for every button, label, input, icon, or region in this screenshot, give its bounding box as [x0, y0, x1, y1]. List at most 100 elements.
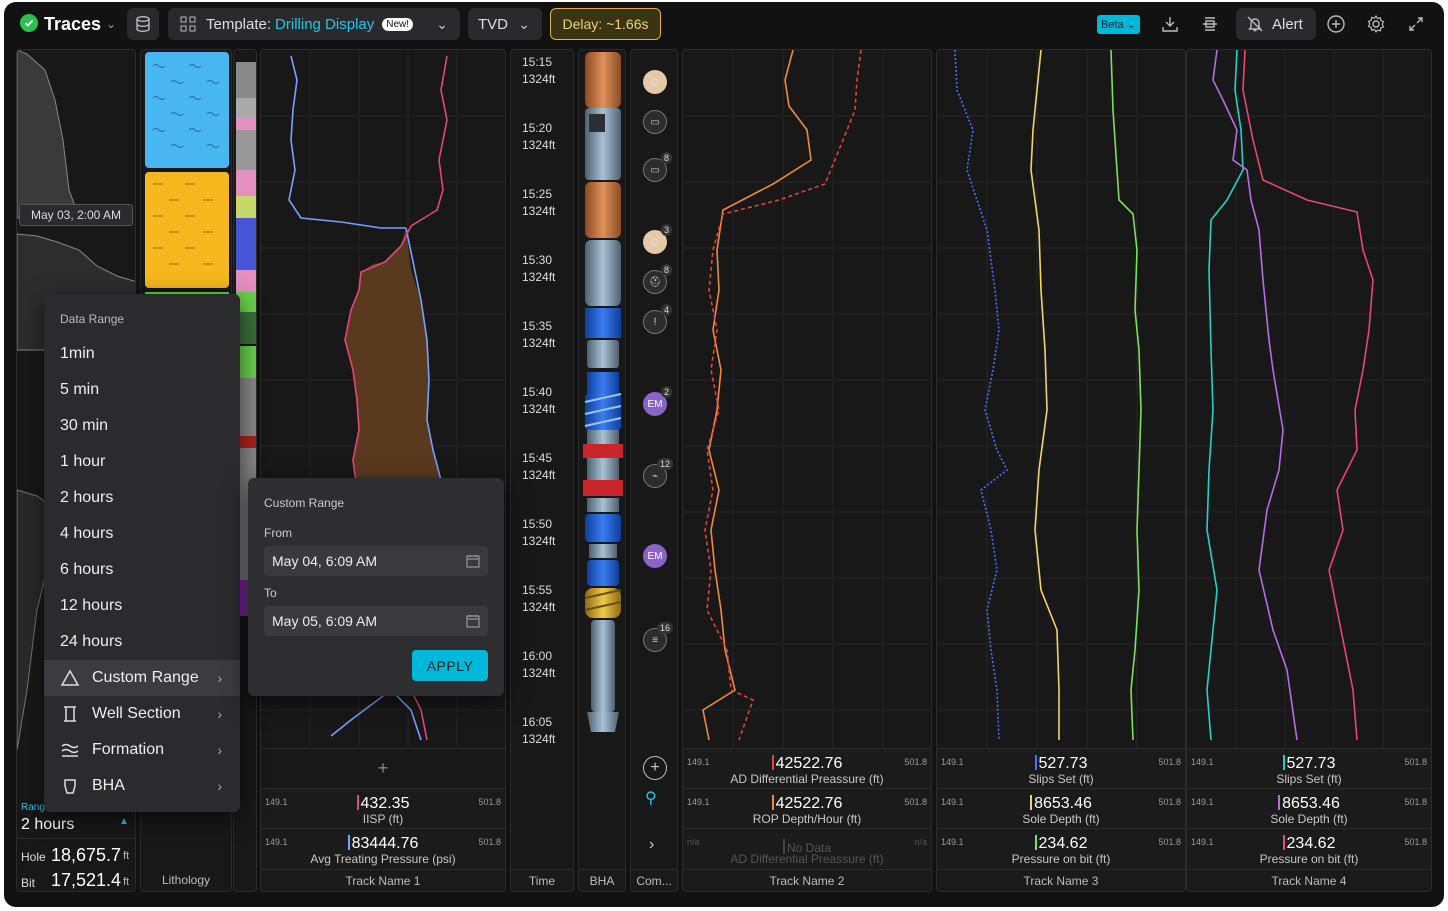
readout-label: AD Differential Preassure (ft) — [730, 772, 884, 786]
chevron-right-icon: › — [217, 778, 222, 794]
readout-value: 234.62 — [1286, 835, 1336, 852]
chevron-down-icon: ⌄ — [518, 15, 530, 32]
track-1-readout-1[interactable]: 149.1 501.8 432.35 IISP (ft) — [261, 788, 505, 828]
readout-label: Pressure on bit (ft) — [1011, 852, 1111, 866]
date-tag[interactable]: May 03, 2:00 AM — [19, 204, 133, 226]
track-3-readout-3[interactable]: 149.1 501.8 234.62 Pressure on bit (ft) — [937, 828, 1185, 868]
add-comment-icon[interactable]: + — [643, 756, 667, 780]
app-title[interactable]: Traces — [44, 14, 101, 35]
track-3-readout-2[interactable]: 149.1 501.8 8653.46 Sole Depth (ft) — [937, 788, 1185, 828]
track-4[interactable]: 149.1 501.8 527.73 Slips Set (ft) 149.1 501.… — [1186, 49, 1432, 892]
chevron-down-icon: ⌄ — [1126, 19, 1136, 31]
chevron-down-icon[interactable]: ⌄ — [106, 17, 116, 31]
menu-item-custom-range[interactable]: Custom Range › — [44, 660, 240, 696]
bit-unit: ft — [123, 876, 130, 888]
comment-count-badge: 8 — [661, 264, 673, 276]
menu-item-2hours[interactable]: 2 hours — [44, 480, 240, 516]
track-2-readout-1[interactable]: 149.1 501.8 42522.76 AD Differential Preass… — [683, 748, 931, 788]
menu-item-30min[interactable]: 30 min — [44, 408, 240, 444]
track-2-readout-3[interactable]: n/a n/a No Data AD Differential Preassure (… — [683, 828, 931, 868]
add-comment-icon[interactable] — [1320, 8, 1352, 40]
track-1-readout-2[interactable]: 149.1 501.8 83444.76 Avg Treating Pressure … — [261, 828, 505, 868]
track-2-name[interactable]: Track Name 2 — [683, 869, 931, 891]
menu-item-24hours[interactable]: 24 hours — [44, 624, 240, 660]
time-label: 15:40 1324ft — [522, 385, 556, 416]
depth-mode-label: TVD — [478, 15, 508, 33]
track-3-readout-1[interactable]: 149.1 501.8 527.73 Slips Set (ft) — [937, 748, 1185, 788]
caret-up-icon[interactable]: ▲ — [119, 816, 129, 827]
comment-count-badge: 2 — [661, 386, 673, 398]
time-label: 16:00 1324ft — [522, 649, 556, 680]
menu-header: Data Range — [60, 312, 125, 326]
split-view-icon[interactable] — [1194, 8, 1226, 40]
track-3[interactable]: 149.1 501.8 527.73 Slips Set (ft) 149.1 501.… — [936, 49, 1186, 892]
readout-value: 42522.76 — [775, 795, 843, 812]
track-4-name[interactable]: Track Name 4 — [1187, 869, 1431, 891]
menu-item-5min[interactable]: 5 min — [44, 372, 240, 408]
time-track[interactable]: 15:15 1324ft 15:20 1324ft 15:25 1324ft 15:30 13… — [510, 49, 574, 892]
gear-icon[interactable] — [1360, 8, 1392, 40]
track-2-readout-2[interactable]: 149.1 501.8 42522.76 ROP Depth/Hour (ft) — [683, 788, 931, 828]
template-name: Drilling Display — [275, 15, 375, 33]
readout-label: ROP Depth/Hour (ft) — [752, 812, 862, 826]
comments-track[interactable]: ☺ ▭ ▭ 8 ☺ 3 ⛑ 8 ! 4 EM 2 ⌁ 12 EM ≡ 16 + … — [630, 49, 678, 892]
menu-item-formation[interactable]: Formation › — [44, 732, 240, 768]
triangle-icon — [60, 669, 80, 686]
comment-icon[interactable]: ▭ — [643, 110, 667, 134]
depth-mode-select[interactable]: TVD ⌄ — [468, 8, 542, 40]
menu-item-label: Formation — [92, 741, 165, 758]
time-label: 15:55 1324ft — [522, 583, 556, 614]
menu-item-6hours[interactable]: 6 hours — [44, 552, 240, 588]
chevron-right-icon: › — [217, 742, 222, 758]
readout-value: 8653.46 — [1034, 795, 1092, 812]
alert-label: Alert — [1272, 15, 1303, 33]
time-label: 15:35 1324ft — [522, 319, 556, 350]
track-2-plot — [683, 50, 931, 748]
time-label: 16:05 1324ft — [522, 715, 556, 746]
menu-item-well-section[interactable]: Well Section › — [44, 696, 240, 732]
menu-item-12hours[interactable]: 12 hours — [44, 588, 240, 624]
track-4-readout-2[interactable]: 149.1 501.8 8653.46 Sole Depth (ft) — [1187, 788, 1431, 828]
hole-label: Hole — [21, 850, 46, 864]
bha-track[interactable]: BHA — [578, 49, 626, 892]
alert-button[interactable]: Alert — [1236, 8, 1316, 40]
beta-badge[interactable]: Beta ⌄ — [1097, 15, 1140, 34]
track-3-name[interactable]: Track Name 3 — [937, 869, 1185, 891]
bha-track-name: BHA — [579, 869, 625, 891]
grid-icon — [180, 16, 196, 32]
database-icon[interactable] — [127, 8, 159, 40]
from-date-field[interactable]: May 04, 6:09 AM — [264, 546, 488, 576]
readout-label: Slips Set (ft) — [1276, 772, 1342, 786]
download-icon[interactable] — [1154, 8, 1186, 40]
expand-icon[interactable] — [1400, 8, 1432, 40]
track-1-name[interactable]: Track Name 1 — [261, 869, 505, 891]
comment-count-badge: 4 — [661, 304, 673, 316]
template-selector[interactable]: Template: Drilling Display New! ⌄ — [168, 8, 460, 40]
calendar-icon[interactable] — [466, 614, 480, 628]
to-date-field[interactable]: May 05, 6:09 AM — [264, 606, 488, 636]
chevron-right-icon[interactable]: › — [649, 836, 654, 854]
menu-item-4hours[interactable]: 4 hours — [44, 516, 240, 552]
track-4-readout-1[interactable]: 149.1 501.8 527.73 Slips Set (ft) — [1187, 748, 1431, 788]
apply-button[interactable]: APPLY — [412, 650, 488, 681]
range-value[interactable]: 2 hours — [21, 816, 74, 834]
readout-label: Avg Treating Pressure (psi) — [310, 852, 456, 866]
calendar-icon[interactable] — [466, 554, 480, 568]
readout-label: Sole Depth (ft) — [1270, 812, 1348, 826]
track-2[interactable]: 149.1 501.8 42522.76 AD Differential Preass… — [682, 49, 932, 892]
from-date-value: May 04, 6:09 AM — [272, 553, 378, 569]
search-icon[interactable]: ⚲ — [645, 788, 657, 808]
data-range-menu: Data Range 1min 5 min 30 min 1 hour 2 ho… — [44, 294, 240, 812]
track-4-readout-3[interactable]: 149.1 501.8 234.62 Pressure on bit (ft) — [1187, 828, 1431, 868]
add-curve-button[interactable]: + — [261, 748, 505, 788]
user-avatar[interactable]: ☺ — [643, 70, 667, 94]
menu-item-1min[interactable]: 1min — [44, 336, 240, 372]
time-label: 15:15 1324ft — [522, 55, 556, 86]
readout-value: 527.73 — [1286, 755, 1336, 772]
track-1[interactable]: + 149.1 501.8 432.35 IISP (ft) 149.1 501.8 83… — [260, 49, 506, 892]
chevron-down-icon: ⌄ — [436, 15, 448, 32]
menu-item-1hour[interactable]: 1 hour — [44, 444, 240, 480]
user-avatar-em[interactable]: EM — [643, 544, 667, 568]
menu-item-bha[interactable]: BHA › — [44, 768, 240, 804]
delay-indicator[interactable]: Delay: ~1.66s — [550, 8, 661, 40]
